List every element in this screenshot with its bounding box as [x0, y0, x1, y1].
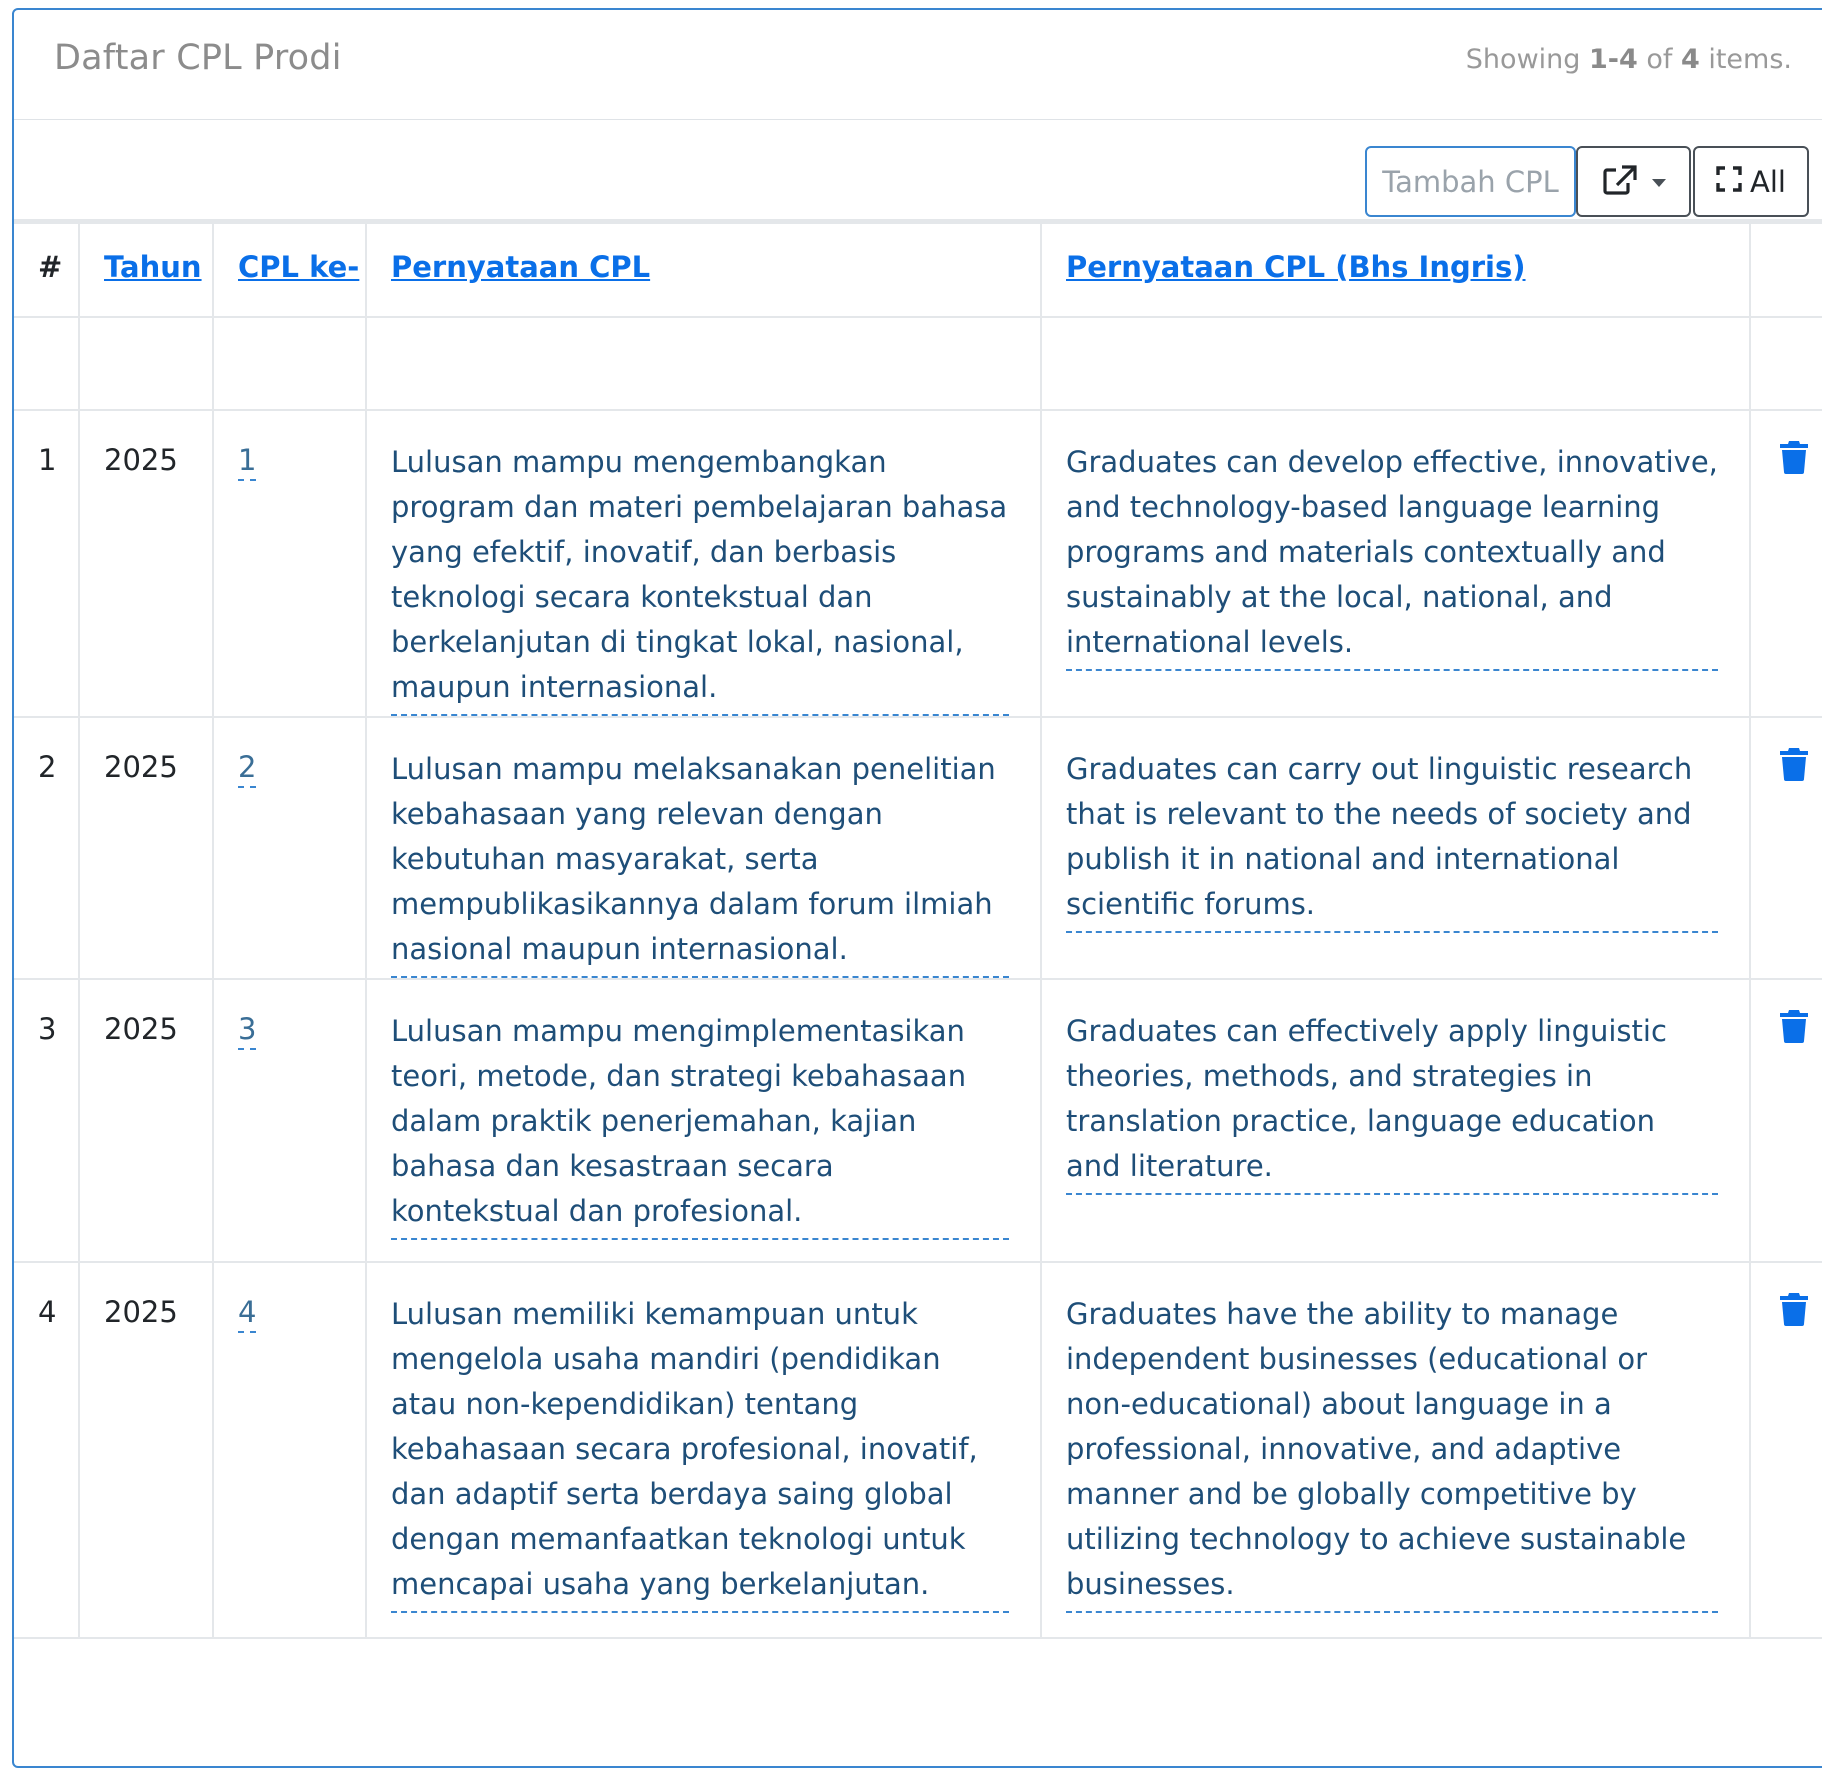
cell-statement-en: Graduates can develop effective, innovat…: [1040, 409, 1751, 718]
cell-year: 2025: [78, 1261, 214, 1639]
column-header-year: Tahun: [78, 222, 214, 318]
summary-total: 4: [1680, 44, 1700, 75]
cell-statement-en: Graduates can carry out linguistic resea…: [1040, 716, 1751, 980]
statement-editable[interactable]: Lulusan mampu mengembangkan program dan …: [391, 440, 1009, 716]
expand-icon: [1716, 165, 1742, 199]
cell-number: 3: [14, 978, 80, 1263]
table-header-row: # Tahun CPL ke- Pernyataan CPL Pernyataa…: [14, 222, 1822, 318]
cpl-panel: Daftar CPL Prodi Showing 1-4 of 4 items.…: [12, 8, 1822, 1768]
cpl-no-editable[interactable]: 3: [238, 1014, 257, 1050]
add-cpl-button[interactable]: Tambah CPL: [1365, 146, 1576, 217]
cell-statement: Lulusan mampu mengimplementasikan teori,…: [365, 978, 1042, 1263]
statement-en-editable[interactable]: Graduates can effectively apply linguist…: [1066, 1009, 1718, 1195]
statement-text: Lulusan mampu mengembangkan program dan …: [391, 445, 1008, 704]
sort-year-link[interactable]: Tahun: [104, 250, 202, 284]
filter-cell-statement[interactable]: [365, 316, 1042, 411]
statement-en-editable[interactable]: Graduates can develop effective, innovat…: [1066, 440, 1718, 671]
filter-row: [14, 316, 1822, 411]
statement-editable[interactable]: Lulusan mampu melaksanakan penelitian ke…: [391, 747, 1009, 978]
table-row: 3 2025 3 Lulusan mampu mengimplementasikan …: [14, 978, 1822, 1263]
table-row: 4 2025 4 Lulusan memiliki kemampuan untuk m…: [14, 1261, 1822, 1639]
cpl-no-editable[interactable]: 2: [238, 752, 257, 788]
statement-editable[interactable]: Lulusan memiliki kemampuan untuk mengelo…: [391, 1292, 1009, 1613]
statement-en-text: Graduates can effectively apply linguist…: [1066, 1014, 1667, 1183]
column-header-cpl-no: CPL ke-: [212, 222, 367, 318]
cell-actions: [1749, 716, 1822, 980]
trash-icon[interactable]: [1779, 1292, 1809, 1339]
filter-cell-cpl-no[interactable]: [212, 316, 367, 411]
table-row: 1 2025 1 Lulusan mampu mengembangkan progra…: [14, 409, 1822, 718]
filter-cell-statement-en[interactable]: [1040, 316, 1751, 411]
cpl-table: # Tahun CPL ke- Pernyataan CPL Pernyataa…: [14, 222, 1822, 1639]
cell-statement: Lulusan mampu melaksanakan penelitian ke…: [365, 716, 1042, 980]
cell-number: 2: [14, 716, 80, 980]
statement-text: Lulusan mampu mengimplementasikan teori,…: [391, 1014, 967, 1228]
cell-actions: [1749, 409, 1822, 718]
cell-statement-en: Graduates have the ability to manage ind…: [1040, 1261, 1751, 1639]
cell-year: 2025: [78, 978, 214, 1263]
trash-icon[interactable]: [1779, 747, 1809, 794]
cell-actions: [1749, 1261, 1822, 1639]
column-header-number: #: [14, 222, 80, 318]
trash-icon[interactable]: [1779, 1009, 1809, 1056]
filter-cell-year[interactable]: [78, 316, 214, 411]
cpl-no-editable[interactable]: 1: [238, 445, 257, 481]
sort-statement-link[interactable]: Pernyataan CPL: [391, 250, 650, 284]
statement-en-text: Graduates can carry out linguistic resea…: [1066, 752, 1693, 921]
column-header-statement: Pernyataan CPL: [365, 222, 1042, 318]
filter-cell-actions: [1749, 316, 1822, 411]
panel-heading: Daftar CPL Prodi Showing 1-4 of 4 items.: [14, 10, 1822, 120]
statement-en-editable[interactable]: Graduates can carry out linguistic resea…: [1066, 747, 1718, 933]
chevron-down-icon: [1651, 178, 1666, 187]
column-header-statement-en: Pernyataan CPL (Bhs Ingris): [1040, 222, 1751, 318]
cell-year: 2025: [78, 716, 214, 980]
cell-statement: Lulusan memiliki kemampuan untuk mengelo…: [365, 1261, 1042, 1639]
cpl-no-editable[interactable]: 4: [238, 1297, 257, 1333]
cell-cpl-no: 1: [212, 409, 367, 718]
sort-statement-en-link[interactable]: Pernyataan CPL (Bhs Ingris): [1066, 250, 1526, 284]
summary-range: 1-4: [1588, 44, 1638, 75]
cell-cpl-no: 3: [212, 978, 367, 1263]
cell-actions: [1749, 978, 1822, 1263]
cell-statement-en: Graduates can effectively apply linguist…: [1040, 978, 1751, 1263]
page-title: Daftar CPL Prodi: [54, 38, 342, 78]
statement-en-editable[interactable]: Graduates have the ability to manage ind…: [1066, 1292, 1718, 1613]
show-all-label: All: [1750, 164, 1786, 199]
filter-cell-number: [14, 316, 80, 411]
statement-text: Lulusan memiliki kemampuan untuk mengelo…: [391, 1297, 978, 1601]
statement-en-text: Graduates have the ability to manage ind…: [1066, 1297, 1687, 1601]
statement-editable[interactable]: Lulusan mampu mengimplementasikan teori,…: [391, 1009, 1009, 1240]
cell-cpl-no: 2: [212, 716, 367, 980]
sort-cpl-no-link[interactable]: CPL ke-: [238, 250, 359, 284]
export-menu-button[interactable]: [1576, 146, 1691, 217]
trash-icon[interactable]: [1779, 440, 1809, 487]
cell-number: 4: [14, 1261, 80, 1639]
cell-number: 1: [14, 409, 80, 718]
toolbar: Tambah CPL All: [14, 119, 1822, 222]
table-row: 2 2025 2 Lulusan mampu melaksanakan penelit…: [14, 716, 1822, 980]
external-link-icon: [1602, 164, 1638, 200]
column-header-actions: [1749, 222, 1822, 318]
show-all-button[interactable]: All: [1693, 146, 1809, 217]
cell-year: 2025: [78, 409, 214, 718]
statement-text: Lulusan mampu melaksanakan penelitian ke…: [391, 752, 996, 966]
cell-cpl-no: 4: [212, 1261, 367, 1639]
results-summary: Showing 1-4 of 4 items.: [1465, 44, 1792, 75]
cell-statement: Lulusan mampu mengembangkan program dan …: [365, 409, 1042, 718]
statement-en-text: Graduates can develop effective, innovat…: [1066, 445, 1718, 659]
